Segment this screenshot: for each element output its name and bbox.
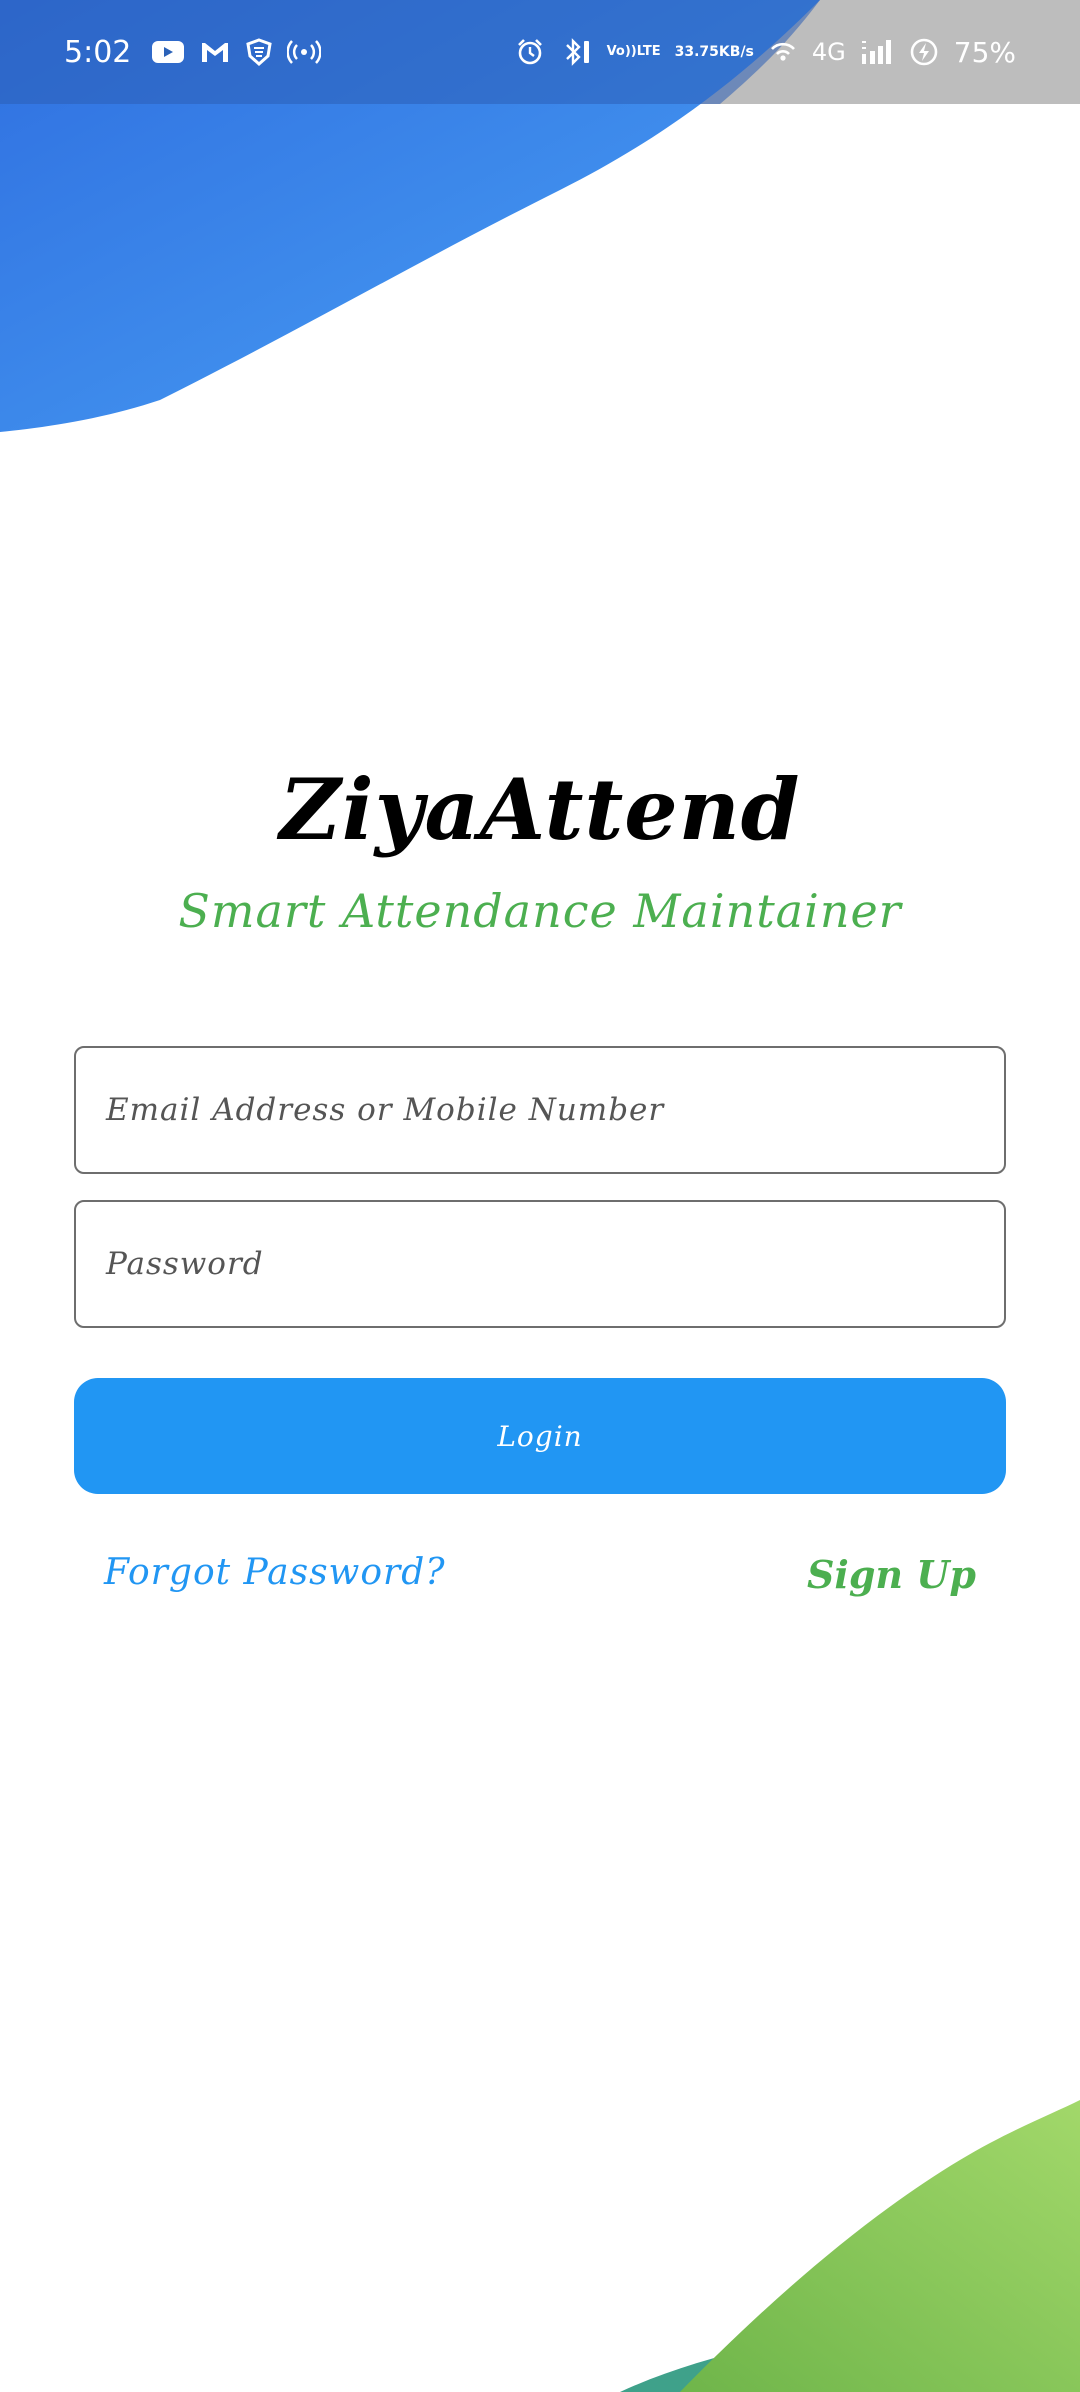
hotspot-icon: [287, 38, 322, 66]
password-placeholder: Password: [106, 1246, 264, 1282]
status-bar-right: Vo)) LTE 33.75 KB/s 4G 75%: [515, 36, 1016, 69]
password-field[interactable]: Password: [74, 1200, 1006, 1328]
email-placeholder: Email Address or Mobile Number: [106, 1092, 665, 1128]
volte-icon: Vo)) LTE: [607, 45, 661, 59]
youtube-icon: [151, 39, 185, 65]
battery-percent: 75%: [953, 35, 1016, 69]
status-time: 5:02: [64, 34, 132, 70]
vpn-shield-icon: [245, 38, 273, 66]
sign-up-link[interactable]: Sign Up: [807, 1552, 976, 1597]
forgot-password-link[interactable]: Forgot Password?: [104, 1552, 446, 1593]
email-field[interactable]: Email Address or Mobile Number: [74, 1046, 1006, 1174]
battery-charging-icon: [908, 36, 940, 68]
gmail-icon: [199, 39, 231, 65]
wifi-icon: [768, 38, 798, 66]
bottom-wave-decoration: [620, 2100, 1080, 2392]
network-speed-value: 33.75: [674, 43, 719, 60]
app-title: ZiyaAttend: [279, 760, 801, 859]
signal-4g-label: 4G: [811, 38, 846, 66]
network-speed-unit: KB/s: [718, 43, 754, 60]
status-bar: 5:02 Vo)) LTE 33.75 KB/s 4G 75%: [0, 0, 1080, 104]
volte-label-top: Vo)): [606, 44, 637, 59]
status-bar-left: 5:02: [64, 34, 322, 70]
alarm-icon: [515, 37, 545, 67]
signal-bars-icon: [860, 38, 894, 66]
app-subtitle: Smart Attendance Maintainer: [178, 884, 902, 938]
login-button[interactable]: Login: [74, 1378, 1006, 1494]
login-button-label: Login: [497, 1419, 583, 1453]
volte-label-bottom: LTE: [636, 44, 661, 59]
network-speed: 33.75 KB/s: [674, 43, 754, 60]
bluetooth-icon: [559, 36, 593, 68]
